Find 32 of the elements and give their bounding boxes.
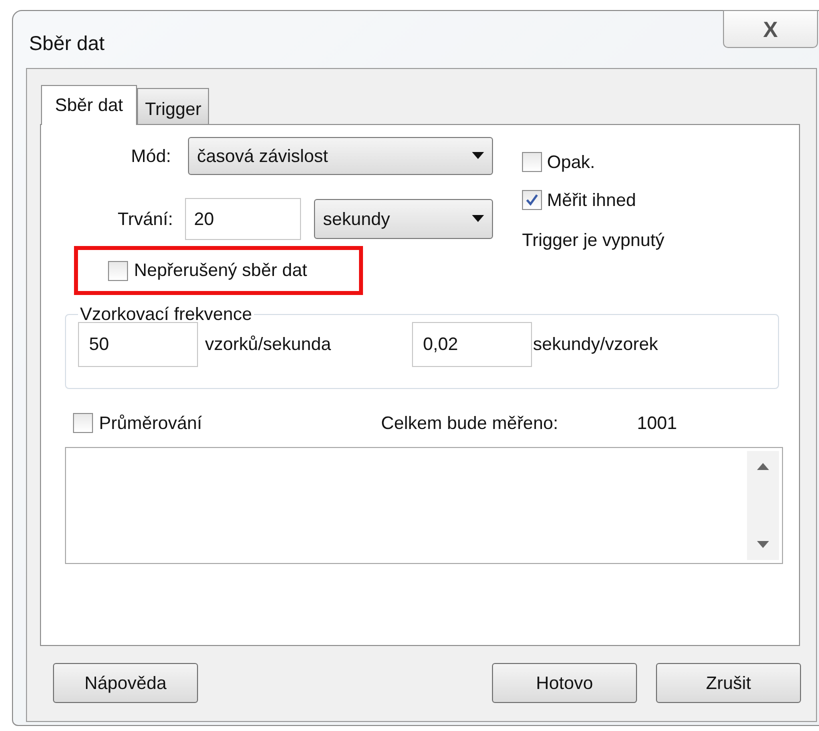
mode-label: Mód:: [130, 144, 171, 168]
checkbox[interactable]: [522, 190, 542, 210]
scrollbar[interactable]: [747, 451, 779, 560]
checkbox-label: Měřit ihned: [547, 188, 636, 212]
rate-field[interactable]: 50: [78, 322, 198, 367]
duration-field[interactable]: 20: [185, 198, 301, 240]
checkbox-label: Opak.: [547, 150, 596, 174]
scroll-down-icon[interactable]: [757, 541, 769, 548]
rate-unit: vzorků/sekunda: [205, 333, 332, 356]
window-title: Sběr dat: [29, 32, 105, 57]
duration-label: Trvání:: [116, 208, 173, 230]
dialog-button[interactable]: Zrušit: [656, 663, 801, 703]
mode-dropdown[interactable]: časová závislost: [188, 137, 493, 175]
tab[interactable]: Sběr dat: [41, 85, 138, 125]
checkbox-label: Nepřerušený sběr dat: [134, 259, 308, 282]
tab[interactable]: Trigger: [137, 88, 210, 124]
unit-dropdown[interactable]: sekundy: [314, 199, 493, 239]
scroll-up-icon[interactable]: [757, 463, 769, 470]
dialog-button[interactable]: Hotovo: [492, 663, 637, 703]
dropdown-arrow-icon: [472, 215, 484, 223]
period-unit: sekundy/vzorek: [533, 333, 658, 356]
checkbox[interactable]: [108, 260, 128, 280]
period-field[interactable]: 0,02: [412, 322, 532, 367]
checkbox[interactable]: [522, 152, 542, 172]
dropdown-arrow-icon: [472, 152, 484, 160]
dialog-button[interactable]: Nápověda: [53, 663, 198, 703]
total-value: 1001: [637, 412, 678, 434]
total-label: Celkem bude měřeno:: [381, 412, 560, 434]
checkbox[interactable]: [73, 413, 93, 433]
trigger-status: Trigger je vypnutý: [522, 229, 664, 252]
close-button[interactable]: X: [723, 10, 818, 48]
checkbox-label: Průměrování: [99, 412, 204, 434]
